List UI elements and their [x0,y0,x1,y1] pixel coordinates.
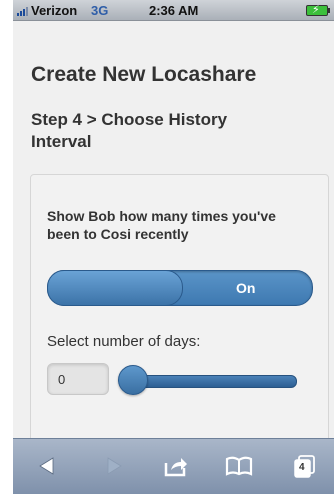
share-button[interactable] [163,453,189,479]
days-input[interactable]: 0 [47,363,109,395]
days-label: Select number of days: [47,333,201,350]
share-icon [164,458,187,477]
bookmarks-icon [225,456,253,476]
tabs-button[interactable]: 4 [294,453,316,479]
forward-icon [107,457,122,475]
bookmarks-button[interactable] [225,453,253,479]
signal-icon [17,6,31,16]
status-bar: Verizon 3G 2:36 AM ⚡ [13,0,334,21]
back-icon [39,457,54,475]
back-button[interactable] [37,453,57,479]
forward-button[interactable] [104,453,124,479]
tab-count: 4 [299,462,305,473]
switch-label: On [236,280,256,296]
browser-toolbar: 4 [13,438,334,494]
step-title: Step 4 > Choose History Interval [31,110,228,151]
question-text: Show Bob how many times you've been to C… [47,208,276,242]
switch-knob[interactable] [47,270,183,306]
tabs-icon [294,455,315,478]
clock: 2:36 AM [149,3,199,18]
settings-panel: Show Bob how many times you've been to C… [30,174,329,446]
page-title: Create New Locashare [31,63,257,86]
network-type: 3G [91,3,109,18]
page: Create New Locashare Step 4 > Choose His… [13,21,334,446]
history-toggle-switch[interactable]: On [47,270,313,306]
days-slider-handle[interactable] [118,365,148,395]
carrier-name: Verizon [31,3,78,18]
battery-icon: ⚡ [306,4,330,16]
